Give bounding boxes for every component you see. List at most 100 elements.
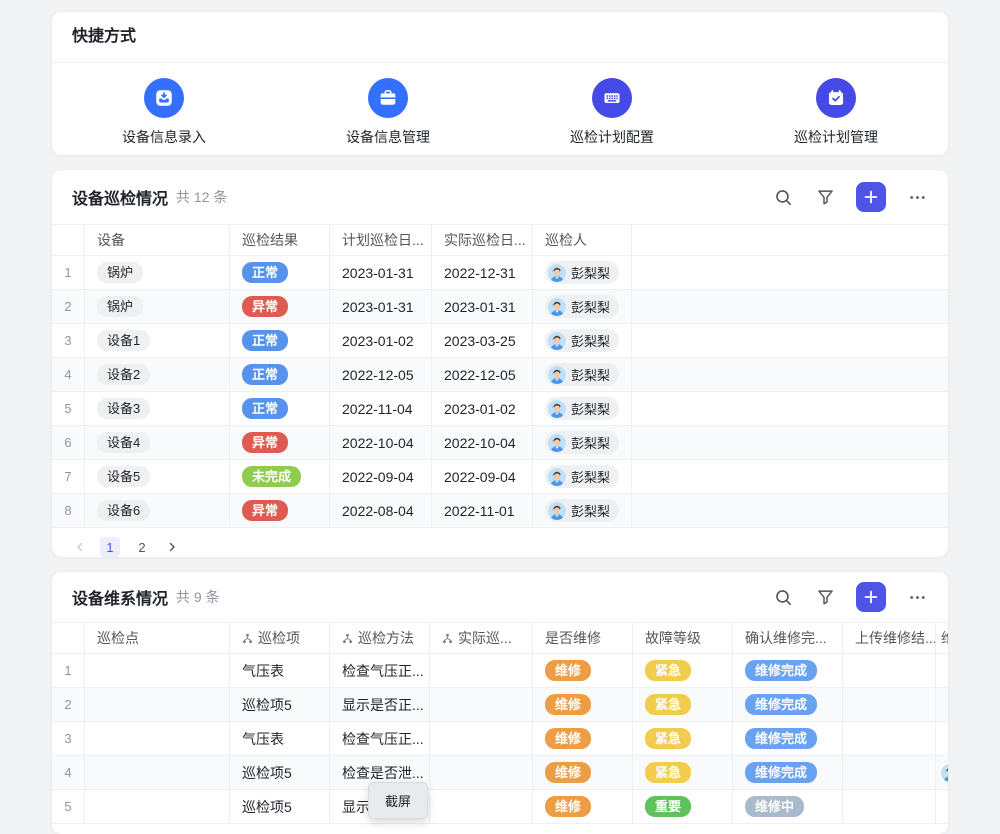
column-header[interactable]: 巡检结果 bbox=[230, 225, 330, 255]
page-prev-icon[interactable] bbox=[72, 539, 88, 555]
cell-text[interactable]: 2023-01-02 bbox=[432, 392, 533, 425]
table-cell[interactable]: 紧急 bbox=[633, 654, 733, 687]
table-cell[interactable]: 设备6 bbox=[85, 494, 230, 527]
table-cell[interactable]: 维修 bbox=[533, 722, 633, 755]
cell-text[interactable]: 2022-10-04 bbox=[330, 426, 432, 459]
column-header[interactable]: 故障等级 bbox=[633, 623, 733, 653]
add-record-button[interactable] bbox=[856, 582, 886, 612]
table-cell[interactable]: 锅炉 bbox=[85, 256, 230, 289]
record-pill[interactable]: 锅炉 bbox=[97, 296, 143, 317]
status-tag[interactable]: 正常 bbox=[242, 364, 288, 385]
cell-text[interactable]: 2023-03-25 bbox=[432, 324, 533, 357]
status-tag[interactable]: 维修 bbox=[545, 694, 591, 715]
cell-empty[interactable] bbox=[430, 756, 533, 789]
cell-empty[interactable] bbox=[936, 790, 948, 823]
cell-empty[interactable] bbox=[430, 688, 533, 721]
status-tag[interactable]: 紧急 bbox=[645, 694, 691, 715]
add-record-button[interactable] bbox=[856, 182, 886, 212]
table-cell[interactable]: 异常 bbox=[230, 494, 330, 527]
cell-text[interactable]: 巡检项5 bbox=[230, 790, 330, 823]
cell-empty[interactable] bbox=[430, 790, 533, 823]
filter-icon[interactable] bbox=[814, 586, 836, 608]
cell-text[interactable]: 2022-12-05 bbox=[432, 358, 533, 391]
column-header[interactable]: 巡检点 bbox=[85, 623, 230, 653]
cell-empty[interactable] bbox=[936, 688, 948, 721]
record-pill[interactable]: 设备4 bbox=[97, 432, 150, 453]
record-pill[interactable]: 设备1 bbox=[97, 330, 150, 351]
cell-empty[interactable] bbox=[85, 722, 230, 755]
status-tag[interactable]: 维修 bbox=[545, 796, 591, 817]
cell-text[interactable]: 2023-01-31 bbox=[330, 290, 432, 323]
person-chip[interactable]: 彭梨梨 bbox=[545, 261, 619, 284]
cell-empty[interactable] bbox=[843, 790, 936, 823]
cell-text[interactable]: 2022-10-04 bbox=[432, 426, 533, 459]
status-tag[interactable]: 紧急 bbox=[645, 762, 691, 783]
cell-empty[interactable] bbox=[430, 654, 533, 687]
shortcut-plan-manage[interactable]: 巡检计划管理 bbox=[724, 78, 948, 147]
column-header[interactable]: 实际巡... bbox=[430, 623, 533, 653]
person-chip[interactable]: 彭梨梨 bbox=[545, 431, 619, 454]
status-tag[interactable]: 异常 bbox=[242, 296, 288, 317]
table-cell[interactable]: 锅炉 bbox=[85, 290, 230, 323]
status-tag[interactable]: 维修完成 bbox=[745, 660, 817, 681]
record-pill[interactable]: 设备3 bbox=[97, 398, 150, 419]
column-header[interactable]: 是否维修 bbox=[533, 623, 633, 653]
table-cell[interactable]: 异常 bbox=[230, 426, 330, 459]
cell-empty[interactable] bbox=[936, 654, 948, 687]
status-tag[interactable]: 正常 bbox=[242, 330, 288, 351]
status-tag[interactable]: 紧急 bbox=[645, 660, 691, 681]
status-tag[interactable]: 维修 bbox=[545, 660, 591, 681]
cell-text[interactable]: 2022-12-05 bbox=[330, 358, 432, 391]
cell-text[interactable]: 气压表 bbox=[230, 722, 330, 755]
shortcut-device-manage[interactable]: 设备信息管理 bbox=[276, 78, 500, 147]
status-tag[interactable]: 紧急 bbox=[645, 728, 691, 749]
cell-empty[interactable] bbox=[632, 460, 948, 493]
cell-empty[interactable] bbox=[843, 756, 936, 789]
cell-empty[interactable] bbox=[85, 654, 230, 687]
cell-empty[interactable] bbox=[632, 256, 948, 289]
page-button-1[interactable]: 1 bbox=[100, 537, 120, 557]
table-cell[interactable]: 彭梨梨 bbox=[533, 460, 632, 493]
table-cell[interactable]: 正常 bbox=[230, 358, 330, 391]
table-cell[interactable]: 维修 bbox=[533, 688, 633, 721]
column-header[interactable]: 计划巡检日... bbox=[330, 225, 432, 255]
table-cell[interactable]: 彭梨梨 bbox=[533, 256, 632, 289]
table-cell[interactable]: 彭梨梨 bbox=[533, 494, 632, 527]
column-header[interactable]: 巡检人 bbox=[533, 225, 632, 255]
table-cell[interactable]: 维修完成 bbox=[733, 722, 843, 755]
person-chip[interactable]: 彭梨梨 bbox=[545, 465, 619, 488]
column-header[interactable]: 巡检方法 bbox=[330, 623, 430, 653]
table-cell[interactable]: 维修中 bbox=[733, 790, 843, 823]
table-cell[interactable] bbox=[936, 756, 948, 789]
table-cell[interactable]: 紧急 bbox=[633, 722, 733, 755]
status-tag[interactable]: 维修 bbox=[545, 762, 591, 783]
cell-empty[interactable] bbox=[936, 722, 948, 755]
page-next-icon[interactable] bbox=[164, 539, 180, 555]
cell-empty[interactable] bbox=[632, 392, 948, 425]
person-chip[interactable]: 彭梨梨 bbox=[545, 363, 619, 386]
cell-text[interactable]: 2022-09-04 bbox=[330, 460, 432, 493]
cell-empty[interactable] bbox=[843, 688, 936, 721]
cell-empty[interactable] bbox=[632, 426, 948, 459]
table-cell[interactable]: 设备3 bbox=[85, 392, 230, 425]
cell-text[interactable]: 检查气压正... bbox=[330, 722, 430, 755]
more-icon[interactable] bbox=[906, 186, 928, 208]
cell-text[interactable]: 检查气压正... bbox=[330, 654, 430, 687]
status-tag[interactable]: 未完成 bbox=[242, 466, 301, 487]
table-cell[interactable]: 异常 bbox=[230, 290, 330, 323]
search-icon[interactable] bbox=[772, 586, 794, 608]
cell-empty[interactable] bbox=[843, 722, 936, 755]
table-cell[interactable]: 设备5 bbox=[85, 460, 230, 493]
table-cell[interactable]: 紧急 bbox=[633, 756, 733, 789]
status-tag[interactable]: 维修中 bbox=[745, 796, 804, 817]
column-header[interactable]: 巡检项 bbox=[230, 623, 330, 653]
table-cell[interactable]: 设备4 bbox=[85, 426, 230, 459]
status-tag[interactable]: 正常 bbox=[242, 262, 288, 283]
table-cell[interactable]: 彭梨梨 bbox=[533, 290, 632, 323]
cell-empty[interactable] bbox=[632, 290, 948, 323]
table-cell[interactable]: 正常 bbox=[230, 324, 330, 357]
column-header[interactable]: 设备 bbox=[85, 225, 230, 255]
cell-text[interactable]: 2022-09-04 bbox=[432, 460, 533, 493]
table-cell[interactable]: 彭梨梨 bbox=[533, 358, 632, 391]
table-cell[interactable]: 设备1 bbox=[85, 324, 230, 357]
